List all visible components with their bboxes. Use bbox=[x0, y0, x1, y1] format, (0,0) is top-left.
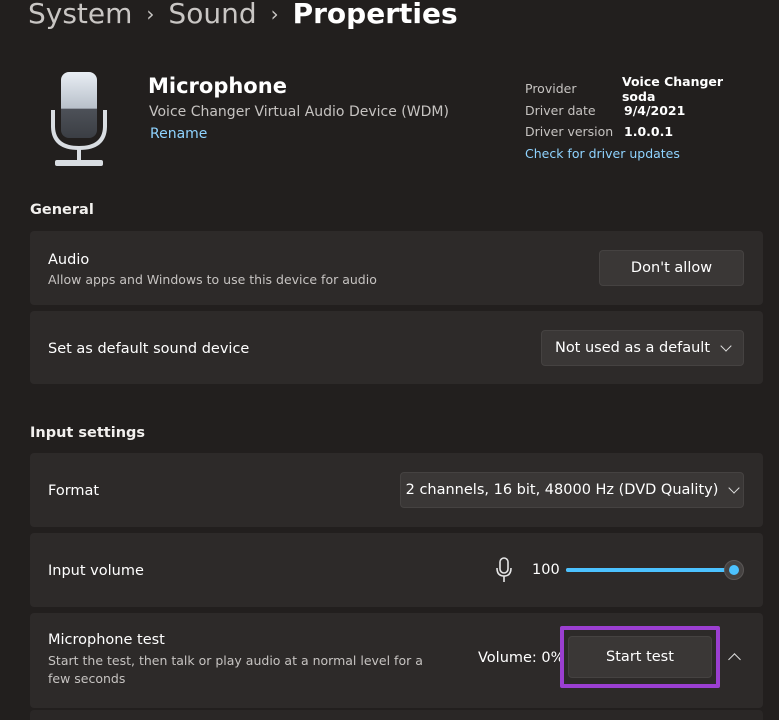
breadcrumb-separator-icon: › bbox=[146, 2, 155, 26]
mic-test-card: Microphone test Start the test, then tal… bbox=[30, 613, 763, 708]
general-section-title: General bbox=[30, 202, 94, 218]
chevron-down-icon bbox=[728, 482, 741, 494]
driver-value: 1.0.0.1 bbox=[624, 124, 674, 140]
default-device-card: Set as default sound device Not used as … bbox=[30, 311, 763, 384]
driver-key: Driver version bbox=[525, 124, 614, 140]
breadcrumb-separator-icon: › bbox=[270, 2, 279, 26]
volume-slider-thumb[interactable] bbox=[724, 560, 744, 580]
input-volume-value: 100 bbox=[532, 562, 560, 578]
check-driver-updates-link[interactable]: Check for driver updates bbox=[525, 146, 680, 161]
driver-key: Driver date bbox=[525, 102, 596, 118]
breadcrumb: System › Sound › Properties bbox=[28, 0, 458, 34]
format-card: Format 2 channels, 16 bit, 48000 Hz (DVD… bbox=[30, 453, 763, 527]
driver-value: 9/4/2021 bbox=[624, 102, 686, 118]
input-volume-card: Input volume 100 bbox=[30, 533, 763, 607]
driver-info: Provider Voice Changer soda Driver date … bbox=[525, 74, 758, 165]
volume-slider-fill bbox=[566, 568, 736, 572]
driver-key: Provider bbox=[525, 81, 577, 97]
device-description: Voice Changer Virtual Audio Device (WDM) bbox=[149, 104, 449, 120]
driver-update-row: Check for driver updates bbox=[525, 143, 758, 165]
input-section-title: Input settings bbox=[30, 425, 146, 441]
mic-test-subtitle: Start the test, then talk or play audio … bbox=[48, 653, 423, 686]
input-volume-title: Input volume bbox=[48, 563, 144, 579]
device-name: Microphone bbox=[148, 74, 287, 98]
microphone-icon bbox=[51, 72, 107, 166]
audio-card: Audio Allow apps and Windows to use this… bbox=[30, 231, 763, 305]
driver-row-version: Driver version 1.0.0.1 bbox=[525, 121, 758, 143]
rename-link[interactable]: Rename bbox=[150, 126, 207, 142]
format-selected: 2 channels, 16 bit, 48000 Hz (DVD Qualit… bbox=[405, 482, 719, 498]
default-device-dropdown[interactable]: Not used as a default bbox=[541, 330, 744, 366]
default-device-title: Set as default sound device bbox=[48, 341, 250, 357]
breadcrumb-sound[interactable]: Sound bbox=[168, 0, 256, 34]
audio-title: Audio bbox=[48, 252, 90, 268]
breadcrumb-system[interactable]: System bbox=[28, 0, 132, 34]
page-title: Properties bbox=[292, 0, 458, 30]
format-title: Format bbox=[48, 483, 100, 499]
format-dropdown[interactable]: 2 channels, 16 bit, 48000 Hz (DVD Qualit… bbox=[400, 472, 744, 508]
mic-test-title: Microphone test bbox=[48, 632, 165, 648]
audio-subtitle: Allow apps and Windows to use this devic… bbox=[48, 272, 377, 287]
driver-row-provider: Provider Voice Changer soda bbox=[525, 74, 758, 104]
chevron-up-icon[interactable] bbox=[728, 653, 741, 666]
chevron-down-icon bbox=[720, 340, 732, 352]
dont-allow-button[interactable]: Don't allow bbox=[599, 250, 744, 286]
next-row-card bbox=[30, 710, 763, 720]
device-header: Microphone Voice Changer Virtual Audio D… bbox=[28, 62, 758, 182]
default-device-selected: Not used as a default bbox=[554, 340, 711, 356]
microphone-mute-icon[interactable] bbox=[495, 557, 513, 583]
start-test-button[interactable]: Start test bbox=[568, 636, 712, 678]
driver-value: Voice Changer soda bbox=[621, 73, 724, 104]
mic-test-volume-readout: Volume: 0% bbox=[478, 650, 565, 666]
